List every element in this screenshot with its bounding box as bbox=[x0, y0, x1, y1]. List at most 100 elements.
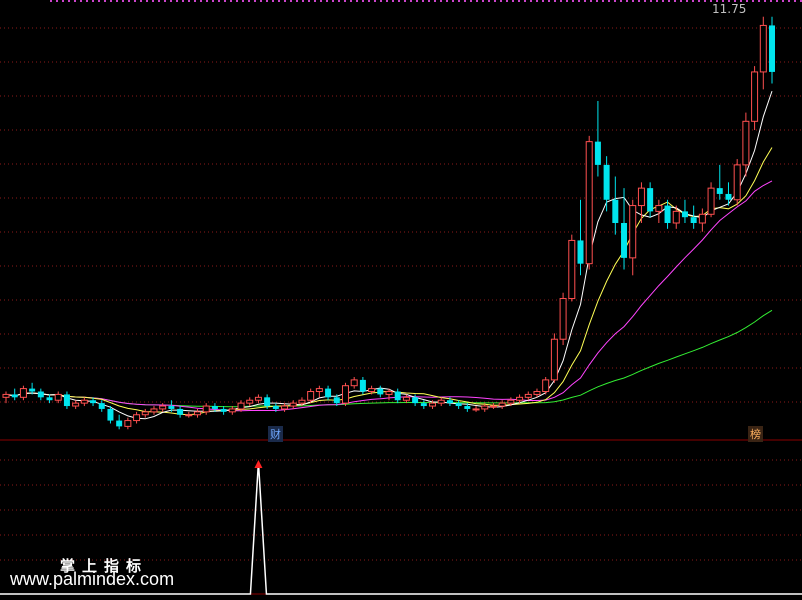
top-tick bbox=[674, 0, 676, 2]
top-tick bbox=[236, 0, 238, 2]
top-tick bbox=[200, 0, 202, 2]
top-tick bbox=[368, 0, 370, 2]
top-tick bbox=[704, 0, 706, 2]
top-tick bbox=[470, 0, 472, 2]
top-tick bbox=[458, 0, 460, 2]
top-tick bbox=[602, 0, 604, 2]
top-tick bbox=[272, 0, 274, 2]
candle-body-down bbox=[107, 408, 114, 421]
top-tick bbox=[500, 0, 502, 2]
top-tick bbox=[86, 0, 88, 2]
candle-body-up bbox=[655, 205, 663, 212]
top-tick bbox=[80, 0, 82, 2]
top-tick bbox=[512, 0, 514, 2]
candle-body-up bbox=[289, 402, 297, 407]
candle-body-up bbox=[133, 414, 141, 422]
buy-signal-arrow bbox=[254, 460, 263, 468]
candle-body-down bbox=[333, 397, 340, 404]
top-tick bbox=[134, 0, 136, 2]
candle-body-up bbox=[507, 399, 515, 404]
candle-body-up bbox=[489, 405, 497, 408]
finance-marker[interactable]: 财 bbox=[268, 426, 283, 442]
candle-body-up bbox=[385, 391, 393, 395]
candle-body-down bbox=[325, 388, 332, 398]
top-tick bbox=[488, 0, 490, 2]
top-tick bbox=[296, 0, 298, 2]
candle-body-up bbox=[629, 205, 637, 259]
candle-body-up bbox=[550, 338, 558, 381]
candle-body-down bbox=[621, 223, 628, 258]
candle-body-up bbox=[124, 420, 132, 427]
top-tick bbox=[104, 0, 106, 2]
top-tick bbox=[116, 0, 118, 2]
top-tick bbox=[620, 0, 622, 2]
top-tick bbox=[356, 0, 358, 2]
top-tick bbox=[188, 0, 190, 2]
top-tick bbox=[68, 0, 70, 2]
top-tick bbox=[128, 0, 130, 2]
top-tick bbox=[698, 0, 700, 2]
top-tick bbox=[260, 0, 262, 2]
candle-body-up bbox=[141, 411, 149, 416]
top-tick bbox=[56, 0, 58, 2]
top-tick bbox=[374, 0, 376, 2]
candle-body-up bbox=[159, 405, 167, 410]
candle-body-down bbox=[116, 420, 123, 427]
top-tick bbox=[638, 0, 640, 2]
top-tick bbox=[758, 0, 760, 2]
candle-body-down bbox=[681, 211, 688, 218]
top-tick bbox=[608, 0, 610, 2]
top-tick bbox=[266, 0, 268, 2]
top-tick bbox=[326, 0, 328, 2]
top-tick bbox=[110, 0, 112, 2]
price-high-label: 11.75 bbox=[712, 2, 747, 16]
top-tick bbox=[362, 0, 364, 2]
top-tick bbox=[92, 0, 94, 2]
candle-body-up bbox=[350, 379, 358, 387]
top-tick bbox=[242, 0, 244, 2]
candle-body-down bbox=[11, 394, 18, 398]
candle-body-down bbox=[446, 400, 453, 404]
top-tick bbox=[494, 0, 496, 2]
top-tick bbox=[572, 0, 574, 2]
candle-body-up bbox=[228, 408, 236, 413]
top-tick bbox=[320, 0, 322, 2]
candle-body-down bbox=[664, 205, 671, 223]
top-tick bbox=[392, 0, 394, 2]
candle-body-up bbox=[751, 71, 759, 122]
candle-body-up bbox=[759, 24, 767, 73]
candle-body-up bbox=[315, 388, 323, 393]
candle-body-up bbox=[429, 402, 437, 407]
candle-body-down bbox=[98, 403, 105, 409]
top-tick bbox=[626, 0, 628, 2]
top-tick bbox=[464, 0, 466, 2]
top-tick bbox=[398, 0, 400, 2]
candle-body-down bbox=[220, 408, 227, 412]
top-tick bbox=[224, 0, 226, 2]
ranking-marker[interactable]: 榜 bbox=[748, 426, 763, 442]
top-tick bbox=[170, 0, 172, 2]
top-tick bbox=[584, 0, 586, 2]
top-tick bbox=[428, 0, 430, 2]
candle-body-down bbox=[394, 391, 401, 401]
ma10-line bbox=[5, 147, 773, 416]
top-tick bbox=[176, 0, 178, 2]
top-tick bbox=[146, 0, 148, 2]
candle-body-up bbox=[516, 396, 524, 401]
candle-body-up bbox=[402, 396, 410, 401]
top-tick bbox=[314, 0, 316, 2]
top-tick bbox=[164, 0, 166, 2]
top-tick bbox=[764, 0, 766, 2]
top-tick bbox=[284, 0, 286, 2]
top-tick bbox=[62, 0, 64, 2]
top-tick bbox=[644, 0, 646, 2]
candle-body-up bbox=[568, 239, 576, 300]
candle-body-up bbox=[19, 388, 27, 398]
top-tick bbox=[524, 0, 526, 2]
top-tick bbox=[632, 0, 634, 2]
top-tick bbox=[590, 0, 592, 2]
candle-body-up bbox=[533, 391, 541, 395]
top-tick bbox=[410, 0, 412, 2]
top-tick bbox=[686, 0, 688, 2]
top-tick bbox=[122, 0, 124, 2]
